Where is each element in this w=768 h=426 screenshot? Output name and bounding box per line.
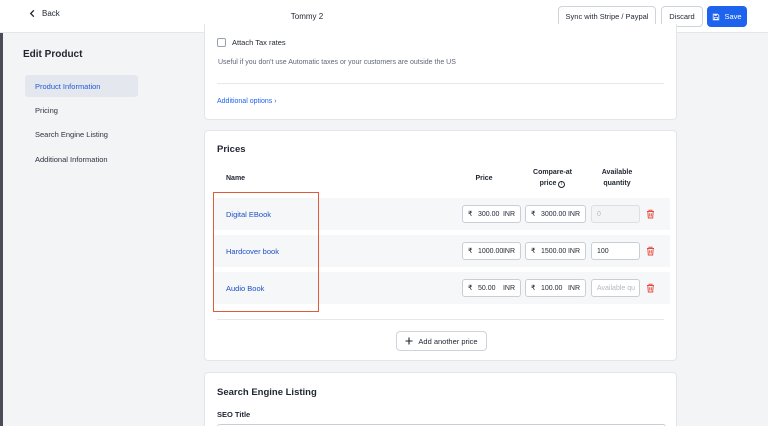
quantity-input[interactable]: Available qu bbox=[591, 279, 640, 297]
compare-price-value: 1500.00 bbox=[541, 247, 567, 255]
plus-icon bbox=[405, 337, 413, 345]
price-name-link[interactable]: Hardcover book bbox=[226, 247, 279, 256]
save-button[interactable]: Save bbox=[707, 6, 747, 27]
currency-code: INR bbox=[502, 284, 515, 292]
attach-tax-row: Attach Tax rates bbox=[217, 38, 286, 47]
trash-icon[interactable] bbox=[646, 283, 655, 293]
price-name-link[interactable]: Digital EBook bbox=[226, 210, 271, 219]
col-header-name: Name bbox=[226, 175, 246, 182]
price-row: Digital EBook ₹ 300.00 INR ₹ 3000.00 INR… bbox=[213, 198, 670, 230]
chevron-right-icon: › bbox=[274, 98, 277, 105]
info-icon[interactable]: i bbox=[558, 181, 566, 188]
currency-code: INR bbox=[567, 210, 580, 218]
price-value: 50.00 bbox=[478, 284, 496, 292]
col-header-available: Available quantity bbox=[593, 167, 641, 189]
compare-price-input[interactable]: ₹ 100.00 INR bbox=[525, 279, 586, 297]
compare-price-input[interactable]: ₹ 3000.00 INR bbox=[525, 205, 586, 223]
col-header-compare-line2: price i bbox=[525, 178, 580, 189]
col-header-available-line2: quantity bbox=[603, 180, 631, 187]
sidebar-item-search-engine-listing[interactable]: Search Engine Listing bbox=[25, 123, 138, 145]
prices-card: Prices Name Price Compare-at price i Ava… bbox=[204, 130, 677, 361]
sidebar-item-pricing[interactable]: Pricing bbox=[25, 99, 138, 121]
currency-code: INR bbox=[567, 284, 580, 292]
attach-tax-label: Attach Tax rates bbox=[232, 38, 286, 47]
col-header-compare-line2-text: price bbox=[539, 180, 557, 187]
price-row: Hardcover book ₹ 1000.00 INR ₹ 1500.00 I… bbox=[213, 235, 670, 267]
trash-icon[interactable] bbox=[646, 209, 655, 219]
price-input[interactable]: ₹ 50.00 INR bbox=[462, 279, 521, 297]
currency-code: INR bbox=[502, 247, 515, 255]
price-value: 300.00 bbox=[478, 210, 500, 218]
prices-title: Prices bbox=[217, 144, 246, 155]
compare-price-value: 100.00 bbox=[541, 284, 563, 292]
currency-code: INR bbox=[502, 210, 515, 218]
currency-code: INR bbox=[567, 247, 580, 255]
seo-title: Search Engine Listing bbox=[217, 387, 317, 398]
sidebar-item-product-information[interactable]: Product Information bbox=[25, 75, 138, 97]
col-header-available-line1: Available bbox=[601, 169, 633, 176]
currency-symbol: ₹ bbox=[531, 211, 536, 218]
compare-price-input[interactable]: ₹ 1500.00 INR bbox=[525, 242, 586, 260]
tax-help-text: Useful if you don't use Automatic taxes … bbox=[218, 59, 456, 66]
seo-card: Search Engine Listing SEO Title bbox=[204, 372, 677, 426]
add-another-price-label: Add another price bbox=[418, 336, 478, 346]
col-header-price: Price bbox=[475, 175, 493, 182]
seo-title-label: SEO Title bbox=[217, 410, 251, 419]
add-another-price-button[interactable]: Add another price bbox=[396, 331, 487, 351]
currency-symbol: ₹ bbox=[531, 285, 536, 292]
price-value: 1000.00 bbox=[478, 247, 504, 255]
sidebar-title: Edit Product bbox=[23, 49, 83, 60]
currency-symbol: ₹ bbox=[468, 248, 473, 255]
price-input[interactable]: ₹ 1000.00 INR bbox=[462, 242, 521, 260]
price-input[interactable]: ₹ 300.00 INR bbox=[462, 205, 521, 223]
sidebar-item-additional-information[interactable]: Additional Information bbox=[25, 148, 138, 170]
currency-symbol: ₹ bbox=[468, 211, 473, 218]
page-title: Tommy 2 bbox=[290, 12, 324, 21]
trash-icon[interactable] bbox=[646, 246, 655, 256]
save-label: Save bbox=[724, 12, 742, 21]
currency-symbol: ₹ bbox=[531, 248, 536, 255]
additional-options-label: Additional options bbox=[217, 98, 273, 105]
currency-symbol: ₹ bbox=[468, 285, 473, 292]
price-name-link[interactable]: Audio Book bbox=[226, 284, 264, 293]
compare-price-value: 3000.00 bbox=[541, 210, 567, 218]
save-icon bbox=[713, 13, 720, 20]
col-header-compare-line1: Compare-at bbox=[533, 169, 572, 176]
price-row: Audio Book ₹ 50.00 INR ₹ 100.00 INR Avai… bbox=[213, 272, 670, 304]
quantity-input[interactable]: 100 bbox=[591, 242, 640, 260]
col-header-compare: Compare-at price i bbox=[525, 167, 580, 189]
divider bbox=[217, 83, 664, 84]
additional-options-link[interactable]: Additional options › bbox=[217, 98, 277, 105]
window-edge bbox=[0, 33, 3, 426]
tax-card: Attach Tax rates Useful if you don't use… bbox=[204, 24, 677, 120]
divider bbox=[217, 319, 664, 320]
quantity-input[interactable]: 0 bbox=[591, 205, 640, 223]
attach-tax-checkbox[interactable] bbox=[217, 38, 226, 47]
